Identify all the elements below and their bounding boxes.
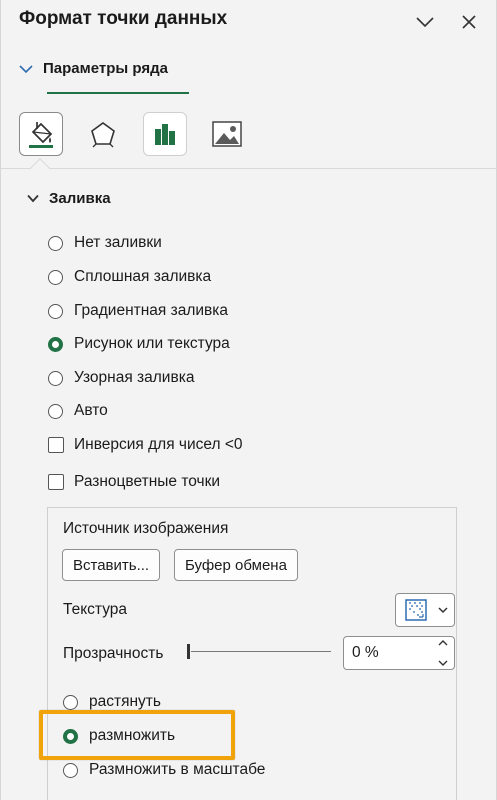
- radio-no-fill[interactable]: Нет заливки: [48, 234, 162, 252]
- insert-button[interactable]: Вставить...: [62, 549, 161, 581]
- option-label: Рисунок или текстура: [74, 335, 230, 352]
- radio-button[interactable]: [63, 762, 78, 778]
- radio-button-selected[interactable]: [48, 336, 63, 352]
- radio-button[interactable]: [48, 269, 63, 285]
- effects-tab[interactable]: [81, 112, 125, 156]
- close-button[interactable]: [455, 8, 483, 36]
- tab-label: Параметры ряда: [43, 60, 168, 77]
- radio-button[interactable]: [63, 694, 78, 710]
- chevron-down-icon: [438, 606, 448, 613]
- radio-gradient-fill[interactable]: Градиентная заливка: [48, 302, 228, 320]
- series-options-tab[interactable]: [143, 112, 187, 156]
- checkbox-invert-if-negative[interactable]: Инверсия для чисел <0: [48, 436, 243, 454]
- pane-title: Формат точки данных: [19, 8, 228, 29]
- option-label: Сплошная заливка: [74, 268, 212, 285]
- checkbox-label: Инверсия для чисел <0: [74, 436, 243, 453]
- radio-pattern-fill[interactable]: Узорная заливка: [48, 369, 194, 387]
- option-label: растянуть: [89, 693, 161, 710]
- checkbox[interactable]: [48, 474, 64, 490]
- tab-underline: [47, 92, 189, 94]
- fill-line-tab[interactable]: [19, 112, 63, 156]
- checkbox[interactable]: [48, 437, 64, 453]
- highlight-box: [39, 710, 235, 760]
- effects-pentagon-icon: [91, 122, 115, 148]
- fill-group-label: Заливка: [49, 190, 111, 207]
- transparency-slider-track[interactable]: [191, 651, 331, 652]
- chevron-down-icon: [19, 64, 33, 73]
- picture-source-label: Источник изображения: [63, 520, 229, 537]
- checkbox-vary-colors[interactable]: Разноцветные точки: [48, 473, 220, 491]
- option-label: Авто: [74, 402, 108, 419]
- fill-line-icon: [29, 122, 53, 148]
- radio-button[interactable]: [48, 370, 63, 386]
- option-label: Размножить в масштабе: [89, 761, 266, 778]
- active-tab-pointer: [30, 158, 50, 178]
- radio-button[interactable]: [48, 403, 63, 419]
- spin-up-icon[interactable]: [438, 639, 448, 646]
- option-label: Градиентная заливка: [74, 302, 229, 319]
- option-label: Нет заливки: [74, 234, 162, 251]
- collapse-button[interactable]: [411, 8, 439, 36]
- divider: [1, 168, 497, 169]
- spin-down-icon[interactable]: [438, 660, 448, 667]
- clipboard-button[interactable]: Буфер обмена: [174, 549, 298, 581]
- radio-picture-texture-fill[interactable]: Рисунок или текстура: [48, 335, 230, 353]
- checkbox-label: Разноцветные точки: [74, 473, 221, 490]
- tab-series-options[interactable]: Параметры ряда: [19, 60, 168, 77]
- option-label: Узорная заливка: [74, 369, 195, 386]
- chevron-down-icon: [416, 17, 434, 28]
- transparency-slider-thumb[interactable]: [187, 644, 190, 659]
- chevron-down-icon: [27, 194, 39, 203]
- series-options-bars-icon: [155, 124, 175, 145]
- radio-auto-fill[interactable]: Авто: [48, 402, 108, 420]
- transparency-value: 0 %: [352, 644, 379, 661]
- radio-solid-fill[interactable]: Сплошная заливка: [48, 268, 211, 286]
- texture-label: Текстура: [63, 601, 128, 618]
- close-icon: [462, 15, 476, 29]
- category-icon-bar: [19, 112, 267, 156]
- radio-button[interactable]: [48, 303, 63, 319]
- picture-icon: [212, 121, 242, 147]
- radio-stretch[interactable]: растянуть: [63, 693, 161, 711]
- texture-dropdown[interactable]: [395, 593, 455, 627]
- radio-button[interactable]: [48, 235, 63, 251]
- transparency-spinner[interactable]: 0 %: [343, 636, 455, 670]
- radio-tile-scale[interactable]: Размножить в масштабе: [63, 761, 265, 779]
- picture-tab[interactable]: [205, 112, 249, 156]
- format-data-point-pane: Формат точки данных Параметры ряда Залив…: [0, 0, 497, 800]
- spinner-arrows: [436, 639, 450, 667]
- texture-swatch-icon: [405, 599, 427, 621]
- transparency-label: Прозрачность: [63, 645, 164, 662]
- fill-group-header[interactable]: Заливка: [27, 190, 111, 207]
